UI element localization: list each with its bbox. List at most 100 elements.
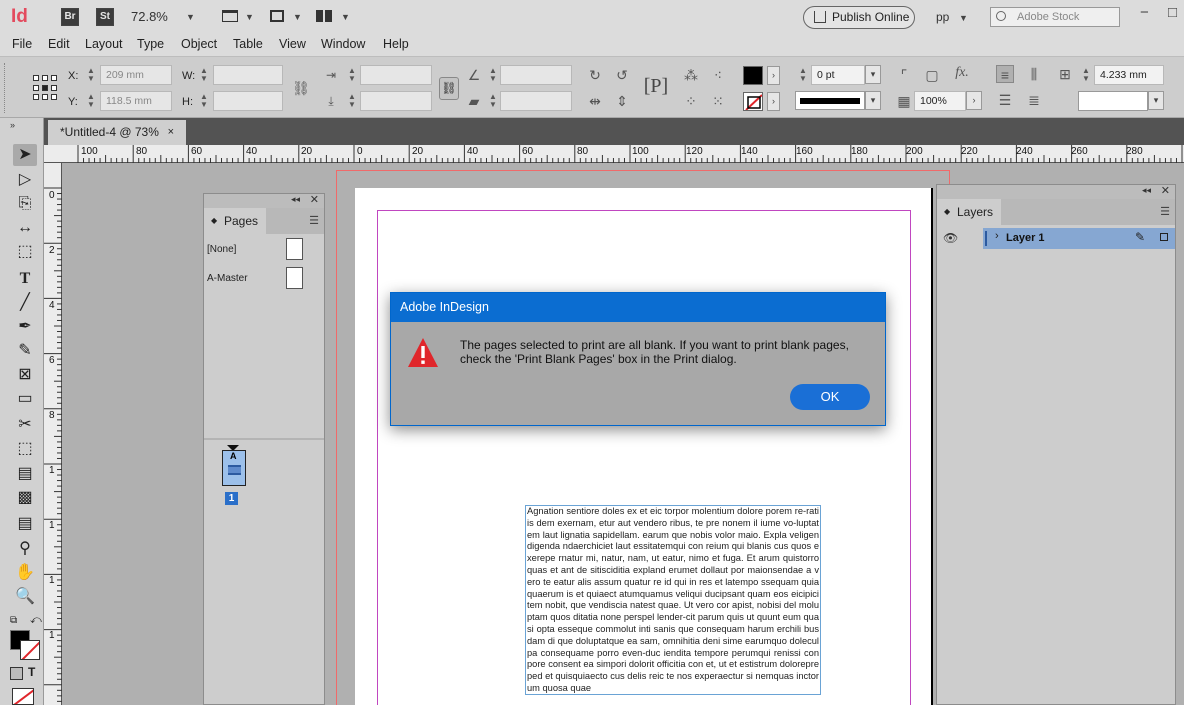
rotate-stepper[interactable]: ▲ ▼ xyxy=(488,67,498,83)
corner-options-icon[interactable]: ⌜ xyxy=(895,66,913,84)
panel-grip[interactable] xyxy=(4,63,6,113)
gradient-feather-tool-icon[interactable]: ▩ xyxy=(13,487,37,509)
scale-x-stepper[interactable]: ▲ ▼ xyxy=(347,67,357,83)
stroke-weight-stepper[interactable]: ▲ ▼ xyxy=(798,67,808,83)
panel-divider[interactable] xyxy=(204,438,324,440)
text-frame[interactable]: Agnation sentiore doles ex et eic torpor… xyxy=(525,505,821,695)
chevron-down-icon[interactable]: ▼ xyxy=(959,13,968,23)
close-panel-icon[interactable]: ✕ xyxy=(1161,184,1170,197)
pen-tool-icon[interactable]: ✒ xyxy=(13,316,37,338)
x-stepper[interactable]: ▲ ▼ xyxy=(86,67,96,83)
stroke-menu-button[interactable]: › xyxy=(767,92,780,111)
rotate-cw-icon[interactable]: ↻ xyxy=(586,66,604,84)
pencil-tool-icon[interactable]: ✎ xyxy=(13,340,37,362)
opacity-menu-button[interactable]: › xyxy=(966,91,982,110)
menu-file[interactable]: File xyxy=(12,37,32,51)
w-stepper[interactable]: ▲ ▼ xyxy=(199,67,209,83)
close-panel-icon[interactable]: ✕ xyxy=(310,193,319,206)
close-tab-icon[interactable]: × xyxy=(168,120,174,145)
select-previous-icon[interactable]: ⁖ xyxy=(709,66,727,84)
collapse-panel-icon[interactable]: ◂◂ xyxy=(291,194,300,205)
style-dropdown[interactable]: ▾ xyxy=(1148,91,1164,110)
rectangle-frame-tool-icon[interactable]: ⊠ xyxy=(13,364,37,386)
menu-layout[interactable]: Layout xyxy=(85,37,123,51)
line-tool-icon[interactable]: ╱ xyxy=(13,292,37,314)
publish-online-button[interactable]: Publish Online xyxy=(803,6,915,29)
direct-selection-tool-icon[interactable]: ▷ xyxy=(13,169,37,191)
menu-edit[interactable]: Edit xyxy=(48,37,70,51)
menu-table[interactable]: Table xyxy=(233,37,263,51)
shear-field[interactable] xyxy=(500,91,572,111)
a-master-thumbnail[interactable] xyxy=(286,267,303,289)
stroke-type-dropdown[interactable]: ▾ xyxy=(865,91,881,110)
scale-x-field[interactable] xyxy=(360,65,432,85)
scissors-tool-icon[interactable]: ✂ xyxy=(13,414,37,436)
align-bottom-icon[interactable]: ≣ xyxy=(1025,91,1043,109)
type-tool-icon[interactable]: T xyxy=(13,268,37,290)
shear-stepper[interactable]: ▲ ▼ xyxy=(488,93,498,109)
align-text-icon[interactable]: ≡ xyxy=(996,65,1014,83)
vertical-ruler[interactable]: 0 2 4 6 8 1 1 1 1 xyxy=(44,163,62,705)
opacity-icon[interactable]: ▦ xyxy=(895,92,913,110)
h-field[interactable] xyxy=(213,91,283,111)
zoom-level[interactable]: 72.8% xyxy=(131,9,168,24)
adobe-stock-search[interactable]: Adobe Stock xyxy=(990,7,1120,27)
default-colors-icon[interactable]: ⧉ xyxy=(10,615,17,626)
link-scale-icon[interactable]: ⛓ xyxy=(439,77,459,100)
eye-icon[interactable]: 👁 xyxy=(943,231,958,245)
stroke-color-icon[interactable] xyxy=(20,640,40,660)
workspace-switcher[interactable]: pp xyxy=(936,10,949,24)
layer-row[interactable]: 👁 › Layer 1 ✎ xyxy=(937,228,1175,249)
ok-button[interactable]: OK xyxy=(790,384,870,410)
y-field[interactable]: 118.5 mm xyxy=(100,91,172,111)
opacity-field[interactable]: 100% xyxy=(914,91,966,111)
w-field[interactable] xyxy=(213,65,283,85)
align-center-vertical-icon[interactable]: ☰ xyxy=(996,91,1014,109)
panel-menu-icon[interactable]: ☰ xyxy=(1160,205,1170,218)
rotate-angle-icon[interactable]: ∠ xyxy=(465,66,483,84)
stroke-swatch[interactable] xyxy=(743,92,763,111)
none-master-thumbnail[interactable] xyxy=(286,238,303,260)
h-stepper[interactable]: ▲ ▼ xyxy=(199,93,209,109)
a-master-label[interactable]: A-Master xyxy=(207,273,248,284)
scale-x-icon[interactable]: ⇥ xyxy=(322,66,340,84)
content-collector-icon[interactable]: ⬚ xyxy=(13,241,37,263)
layer-selection-square-icon[interactable] xyxy=(1160,233,1168,241)
stock-button[interactable]: St xyxy=(96,8,114,26)
menu-object[interactable]: Object xyxy=(181,37,217,51)
hand-tool-icon[interactable]: ✋ xyxy=(13,562,37,584)
chevron-down-icon[interactable]: ▼ xyxy=(245,12,254,22)
flip-horizontal-icon[interactable]: ⇹ xyxy=(586,92,604,110)
select-content-icon[interactable]: ⁘ xyxy=(682,92,700,110)
note-tool-icon[interactable]: ▤ xyxy=(13,513,37,535)
swap-colors-icon[interactable]: ⤺ xyxy=(30,614,42,627)
bridge-button[interactable]: Br xyxy=(61,8,79,26)
reference-point-grid[interactable] xyxy=(33,75,57,101)
panel-header[interactable]: ◂◂ ✕ xyxy=(204,194,324,208)
fill-menu-button[interactable]: › xyxy=(767,66,780,85)
layers-tab[interactable]: ◆ Layers xyxy=(937,199,1001,225)
formatting-container-icon[interactable] xyxy=(10,667,23,680)
y-stepper[interactable]: ▲ ▼ xyxy=(86,93,96,109)
chevron-down-icon[interactable]: ▼ xyxy=(186,12,195,22)
page-number[interactable]: 1 xyxy=(225,492,238,505)
effects-icon[interactable]: fx. xyxy=(953,64,971,82)
gradient-swatch-tool-icon[interactable]: ▤ xyxy=(13,463,37,485)
menu-view[interactable]: View xyxy=(279,37,306,51)
horizontal-ruler[interactable]: 100 80 60 40 20 0 20 40 60 80 100 120 14… xyxy=(44,145,1184,163)
collapse-panel-icon[interactable]: ◂◂ xyxy=(1142,185,1151,196)
fill-swatch[interactable] xyxy=(743,66,763,85)
panel-menu-icon[interactable]: ☰ xyxy=(309,214,319,227)
minimize-icon[interactable]: − xyxy=(1140,4,1149,21)
shear-angle-icon[interactable]: ▰ xyxy=(465,92,483,110)
gutter-field[interactable]: 4.233 mm xyxy=(1094,65,1164,85)
eyedropper-tool-icon[interactable]: ⚲ xyxy=(13,538,37,560)
scale-y-icon[interactable]: ⤓ xyxy=(322,92,340,110)
stroke-weight-field[interactable]: 0 pt xyxy=(811,65,865,85)
rectangle-tool-icon[interactable]: ▭ xyxy=(13,388,37,410)
menu-help[interactable]: Help xyxy=(383,37,409,51)
chevron-down-icon[interactable]: ▼ xyxy=(341,12,350,22)
formatting-text-icon[interactable]: T xyxy=(28,665,35,679)
menu-window[interactable]: Window xyxy=(321,37,365,51)
document-tab[interactable]: *Untitled-4 @ 73% × xyxy=(48,120,186,145)
